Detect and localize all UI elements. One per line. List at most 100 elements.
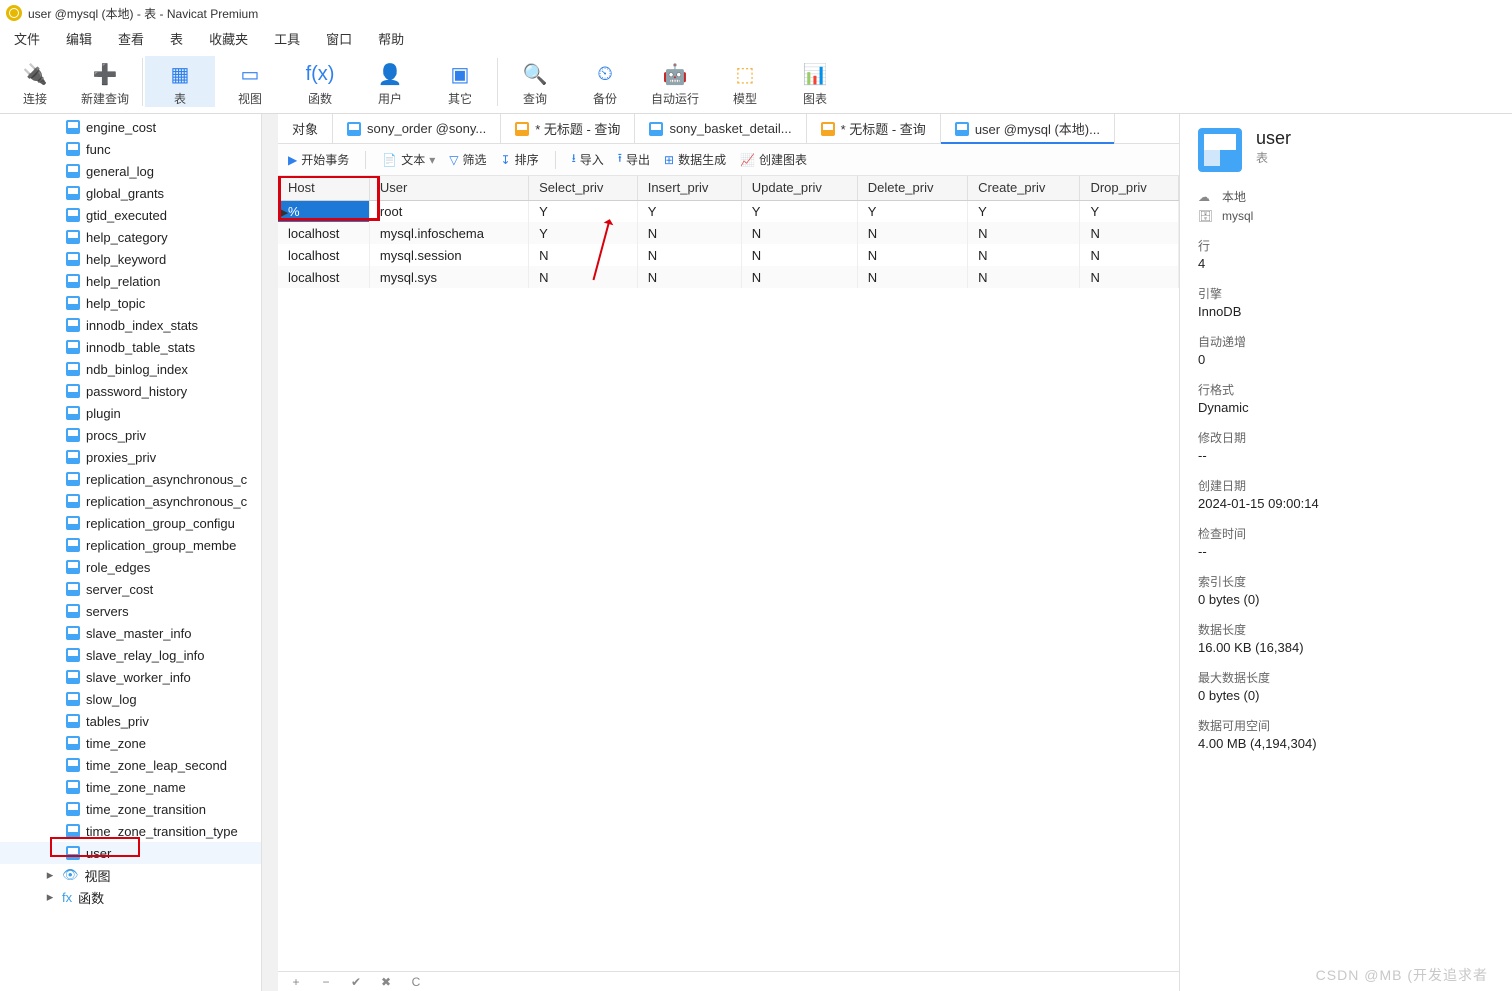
col-Insert_priv[interactable]: Insert_priv (637, 176, 741, 200)
delete-row-icon[interactable]: − (316, 975, 336, 989)
tree-table-proxies_priv[interactable]: proxies_priv (0, 446, 261, 468)
chart-button[interactable]: 📈创建图表 (740, 151, 807, 168)
tree-table-role_edges[interactable]: role_edges (0, 556, 261, 578)
tree-table-slow_log[interactable]: slow_log (0, 688, 261, 710)
tree-table-ndb_binlog_index[interactable]: ndb_binlog_index (0, 358, 261, 380)
menu-查看[interactable]: 查看 (118, 29, 144, 48)
tree-table-time_zone_name[interactable]: time_zone_name (0, 776, 261, 798)
tree-table-password_history[interactable]: password_history (0, 380, 261, 402)
filter-button[interactable]: ▽筛选 (449, 151, 486, 168)
tree-table-replication_asynchronous_c[interactable]: replication_asynchronous_c (0, 490, 261, 512)
tool-备份[interactable]: ⏲备份 (570, 56, 640, 107)
tree-table-replication_group_configu[interactable]: replication_group_configu (0, 512, 261, 534)
tree-table-help_keyword[interactable]: help_keyword (0, 248, 261, 270)
tool-新建查询[interactable]: ➕新建查询 (70, 56, 140, 107)
tree-table-slave_worker_info[interactable]: slave_worker_info (0, 666, 261, 688)
col-Host[interactable]: Host (278, 176, 369, 200)
tab-label: * 无标题 - 查询 (535, 119, 620, 138)
tree-table-slave_master_info[interactable]: slave_master_info (0, 622, 261, 644)
menu-工具[interactable]: 工具 (274, 29, 300, 48)
tree-table-func[interactable]: func (0, 138, 261, 160)
table-row[interactable]: localhostmysql.sysNNNNNN (278, 266, 1179, 288)
col-Create_priv[interactable]: Create_priv (968, 176, 1080, 200)
col-Delete_priv[interactable]: Delete_priv (857, 176, 967, 200)
tree-table-time_zone[interactable]: time_zone (0, 732, 261, 754)
commit-icon[interactable]: ✔ (346, 975, 366, 989)
query-icon (515, 122, 529, 136)
sidebar: engine_costfuncgeneral_logglobal_grantsg… (0, 114, 262, 991)
tree-table-tables_priv[interactable]: tables_priv (0, 710, 261, 732)
tree-table-help_relation[interactable]: help_relation (0, 270, 261, 292)
tool-视图[interactable]: ▭视图 (215, 56, 285, 107)
add-row-icon[interactable]: + (286, 975, 306, 989)
tool-自动运行[interactable]: 🤖自动运行 (640, 56, 710, 107)
prop-自动递增: 自动递增0 (1198, 333, 1494, 367)
table-row[interactable]: %rootYYYYYY (278, 200, 1179, 222)
menu-窗口[interactable]: 窗口 (326, 29, 352, 48)
tree-table-replication_group_membe[interactable]: replication_group_membe (0, 534, 261, 556)
table-row[interactable]: localhostmysql.infoschemaYNNNNN (278, 222, 1179, 244)
table-icon (66, 824, 80, 838)
tree-table-time_zone_transition[interactable]: time_zone_transition (0, 798, 261, 820)
sort-button[interactable]: ↧排序 (501, 151, 539, 168)
tool-函数[interactable]: f(x)函数 (285, 56, 355, 107)
tree-table-server_cost[interactable]: server_cost (0, 578, 261, 600)
tree-table-help_topic[interactable]: help_topic (0, 292, 261, 314)
menu-文件[interactable]: 文件 (14, 29, 40, 48)
tree-table-procs_priv[interactable]: procs_priv (0, 424, 261, 446)
cancel-icon[interactable]: ✖ (376, 975, 396, 989)
tool-模型[interactable]: ⬚模型 (710, 56, 780, 107)
tree-table-innodb_table_stats[interactable]: innodb_table_stats (0, 336, 261, 358)
tree-table-time_zone_leap_second[interactable]: time_zone_leap_second (0, 754, 261, 776)
tree-cat-视图[interactable]: ▸👁视图 (0, 864, 261, 886)
import-button[interactable]: ⭳导入 (572, 149, 604, 170)
tab[interactable]: sony_order @sony... (333, 114, 501, 143)
tool-图表[interactable]: 📊图表 (780, 56, 850, 107)
tree-table-plugin[interactable]: plugin (0, 402, 261, 424)
tab[interactable]: 对象 (278, 114, 333, 143)
tree-table-time_zone_transition_type[interactable]: time_zone_transition_type (0, 820, 261, 842)
col-Select_priv[interactable]: Select_priv (529, 176, 638, 200)
menu-帮助[interactable]: 帮助 (378, 29, 404, 48)
tab[interactable]: sony_basket_detail... (635, 114, 806, 143)
tab[interactable]: * 无标题 - 查询 (807, 114, 941, 143)
object-type-icon (1198, 128, 1242, 172)
object-tree[interactable]: engine_costfuncgeneral_logglobal_grantsg… (0, 114, 261, 991)
text-button[interactable]: 📄文本▾ (382, 151, 435, 168)
tree-table-user[interactable]: user (0, 842, 261, 864)
tool-连接[interactable]: 🔌连接 (0, 56, 70, 107)
table-icon (66, 384, 80, 398)
tool-其它[interactable]: ▣其它 (425, 56, 495, 107)
tab[interactable]: * 无标题 - 查询 (501, 114, 635, 143)
tool-表[interactable]: ▦表 (145, 56, 215, 107)
menu-收藏夹[interactable]: 收藏夹 (209, 29, 248, 48)
tool-用户[interactable]: 👤用户 (355, 56, 425, 107)
menu-编辑[interactable]: 编辑 (66, 29, 92, 48)
tab[interactable]: user @mysql (本地)... (941, 114, 1115, 143)
tree-table-gtid_executed[interactable]: gtid_executed (0, 204, 261, 226)
tree-cat-函数[interactable]: ▸fx函数 (0, 886, 261, 908)
col-User[interactable]: User (369, 176, 528, 200)
tree-table-slave_relay_log_info[interactable]: slave_relay_log_info (0, 644, 261, 666)
tree-table-innodb_index_stats[interactable]: innodb_index_stats (0, 314, 261, 336)
table-icon (66, 142, 80, 156)
begin-transaction-button[interactable]: ▶开始事务 (288, 151, 349, 168)
col-Drop_priv[interactable]: Drop_priv (1080, 176, 1179, 200)
table-icon (66, 208, 80, 222)
tool-查询[interactable]: 🔍查询 (500, 56, 570, 107)
tree-table-help_category[interactable]: help_category (0, 226, 261, 248)
datagen-button[interactable]: ⊞数据生成 (664, 151, 726, 168)
tree-table-global_grants[interactable]: global_grants (0, 182, 261, 204)
menu-表[interactable]: 表 (170, 29, 183, 48)
tree-table-general_log[interactable]: general_log (0, 160, 261, 182)
tree-table-engine_cost[interactable]: engine_cost (0, 116, 261, 138)
data-grid[interactable]: ▶ HostUserSelect_privInsert_privUpdate_p… (278, 176, 1179, 971)
tree-table-replication_asynchronous_c[interactable]: replication_asynchronous_c (0, 468, 261, 490)
table-row[interactable]: localhostmysql.sessionNNNNNN (278, 244, 1179, 266)
sidebar-scrollbar[interactable] (262, 114, 278, 991)
titlebar: user @mysql (本地) - 表 - Navicat Premium (0, 0, 1512, 26)
tree-table-servers[interactable]: servers (0, 600, 261, 622)
export-button[interactable]: ⭱导出 (618, 149, 650, 170)
refresh-icon[interactable]: C (406, 975, 426, 989)
col-Update_priv[interactable]: Update_priv (741, 176, 857, 200)
